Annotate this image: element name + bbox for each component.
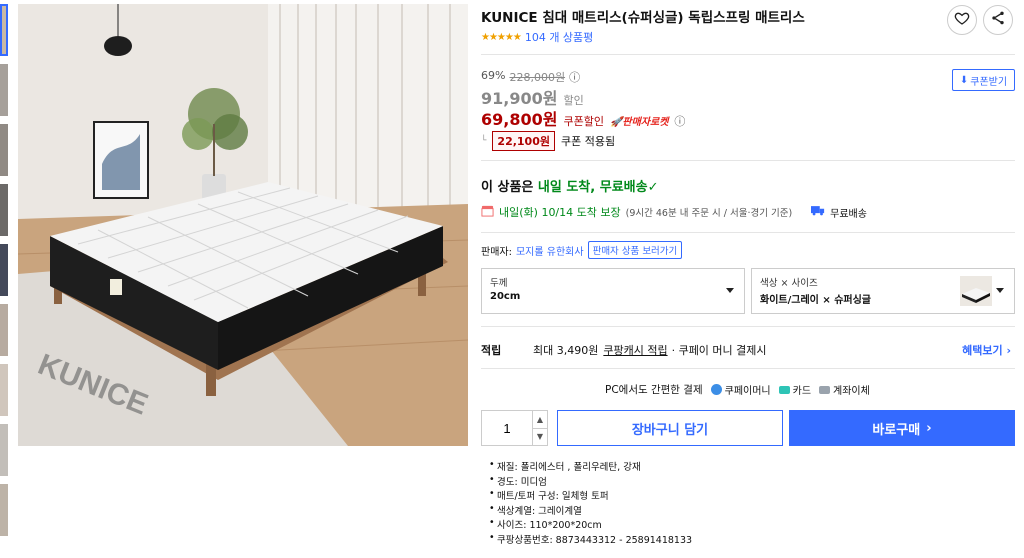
rating-row[interactable]: ★★★★★ 104 개 상품평 <box>481 29 593 45</box>
original-price: 228,000원 <box>509 71 566 84</box>
buy-now-button[interactable]: 바로구매 › <box>789 410 1015 446</box>
main-product-image: KUNICE <box>18 4 468 446</box>
divider <box>481 160 1015 161</box>
share-button[interactable] <box>983 5 1013 35</box>
calendar-icon <box>481 204 494 220</box>
thumbnail-9[interactable] <box>0 484 8 536</box>
spec-item: 재질: 폴리에스터 , 폴리우레탄, 강재 <box>489 459 692 474</box>
coupon-discount-label: 쿠폰할인 <box>563 115 604 128</box>
delivery-headline: 이 상품은 내일 도착, 무료배송✓ <box>481 176 658 195</box>
divider <box>481 326 1015 327</box>
option-thumbnail <box>960 276 992 306</box>
download-icon: ⬇ <box>959 74 969 86</box>
delivery-row: 내일(화) 10/14 도착 보장 (9시간 46분 내 주문 시 / 서울·경… <box>481 204 867 220</box>
benefits-link[interactable]: 혜택보기 › <box>962 342 1011 358</box>
chevron-down-icon <box>726 288 734 293</box>
payment-bank-transfer: 계좌이체 <box>819 382 870 397</box>
chevron-down-icon <box>996 288 1004 293</box>
spec-list: 재질: 폴리에스터 , 폴리우레탄, 강재 경도: 미디엄 매트/토퍼 구성: … <box>489 459 692 547</box>
payment-method-label: 쿠페이머니 <box>724 386 771 397</box>
benefits-link-label: 혜택보기 <box>962 344 1003 357</box>
thumbnail-1[interactable] <box>0 4 8 56</box>
free-shipping-label: 무료배송 <box>830 208 867 220</box>
coupon-download-label: 쿠폰받기 <box>970 76 1008 88</box>
rating-stars: ★★★★★ <box>481 31 522 43</box>
seller-label: 판매자: <box>481 246 512 258</box>
reward-condition: · 쿠페이 머니 결제시 <box>671 344 767 357</box>
delivery-headline-prefix: 이 상품은 <box>481 180 534 195</box>
spec-item: 사이즈: 110*200*20cm <box>489 517 692 532</box>
cash-badge: 22,100원 <box>492 131 555 151</box>
truck-icon <box>811 205 825 219</box>
quantity-down-icon[interactable]: ▼ <box>533 429 547 446</box>
option-label: 두께 <box>490 278 508 289</box>
reward-row: 적립 최대 3,490원 쿠팡캐시 적립 · 쿠페이 머니 결제시 혜택보기 › <box>481 342 1015 358</box>
coupon-applied-row: └ 22,100원 쿠폰 적용됨 <box>481 131 615 151</box>
spec-item: 경도: 미디엄 <box>489 474 692 489</box>
bank-icon <box>819 385 831 394</box>
spec-item: 쿠팡상품번호: 8873443312 - 25891418133 <box>489 532 692 547</box>
payment-card: 카드 <box>778 382 812 397</box>
arrival-condition: (9시간 46분 내 주문 시 / 서울·경기 기준) <box>625 208 793 219</box>
quantity-stepper[interactable]: ▲ ▼ <box>481 410 548 446</box>
option-select-thickness[interactable]: 두께 20cm <box>481 268 745 314</box>
rocket-icon: 🚀 <box>609 117 623 128</box>
thumbnail-3[interactable] <box>0 124 8 176</box>
quantity-input[interactable] <box>482 411 532 445</box>
reward-cash-link[interactable]: 쿠팡캐시 적립 <box>603 342 667 358</box>
thumbnail-7[interactable] <box>0 364 8 416</box>
coupon-price: 69,800원 <box>481 110 558 129</box>
payment-row: PC에서도 간편한 결제 쿠페이머니 카드 계좌이체 <box>605 382 870 397</box>
delivery-headline-highlight: 내일 도착, 무료배송 <box>537 180 648 195</box>
spec-item: 색상계열: 그레이계열 <box>489 503 692 518</box>
chevron-right-icon: › <box>1006 344 1011 357</box>
card-icon <box>778 385 790 394</box>
info-icon[interactable]: ⓘ <box>674 113 685 129</box>
wishlist-button[interactable] <box>947 5 977 35</box>
reward-max: 최대 3,490원 <box>533 344 599 357</box>
option-select-color-size[interactable]: 색상 × 사이즈 화이트/그레이 × 슈퍼싱글 <box>751 268 1015 314</box>
thumbnail-8[interactable] <box>0 424 8 476</box>
discount-rate: 69% <box>481 69 506 82</box>
arrival-guarantee: 내일(화) 10/14 도착 보장 <box>499 206 621 219</box>
payment-method-label: 계좌이체 <box>833 386 870 397</box>
divider <box>481 232 1015 233</box>
divider <box>481 368 1015 369</box>
spec-item: 매트/토퍼 구성: 일체형 토퍼 <box>489 488 692 503</box>
coupay-icon <box>710 384 722 395</box>
product-title: KUNICE 침대 매트리스(슈퍼싱글) 독립스프링 매트리스 <box>481 10 805 26</box>
thumbnail-strip <box>0 0 8 558</box>
check-icon: ✓ <box>647 180 659 195</box>
rocket-label: 판매자로켓 <box>622 117 669 128</box>
thumbnail-2[interactable] <box>0 64 8 116</box>
quantity-up-icon[interactable]: ▲ <box>533 411 547 429</box>
info-icon[interactable]: ⓘ <box>569 69 580 85</box>
reward-label: 적립 <box>481 344 502 357</box>
share-icon <box>990 10 1006 30</box>
payment-method-label: 카드 <box>792 386 812 397</box>
heart-icon <box>954 10 970 30</box>
seller-row: 판매자: 모지롤 유한회사 판매자 상품 보러가기 <box>481 241 683 259</box>
thumbnail-5[interactable] <box>0 244 8 296</box>
divider <box>481 54 1015 55</box>
corner-icon: └ <box>481 136 487 146</box>
chevron-right-icon: › <box>926 420 932 436</box>
seller-products-button[interactable]: 판매자 상품 보러가기 <box>587 241 683 259</box>
payment-coupay-money: 쿠페이머니 <box>710 382 771 397</box>
add-to-cart-button[interactable]: 장바구니 담기 <box>557 410 783 446</box>
seller-rocket-badge: 🚀판매자로켓 <box>610 113 668 128</box>
coupon-applied-label: 쿠폰 적용됨 <box>561 135 616 148</box>
option-value: 20cm <box>490 291 521 302</box>
review-count-link[interactable]: 104 개 상품평 <box>525 29 593 45</box>
thumbnail-4[interactable] <box>0 184 8 236</box>
coupon-download-button[interactable]: ⬇ 쿠폰받기 <box>952 69 1015 91</box>
buy-now-label: 바로구매 <box>872 422 921 438</box>
coupon-price-row: 69,800원 쿠폰할인 🚀판매자로켓 ⓘ <box>481 106 685 130</box>
payment-title: PC에서도 간편한 결제 <box>605 384 703 396</box>
seller-name-link[interactable]: 모지롤 유한회사 <box>516 243 584 258</box>
discount-row: 69% 228,000원 ⓘ <box>481 69 580 85</box>
thumbnail-6[interactable] <box>0 304 8 356</box>
